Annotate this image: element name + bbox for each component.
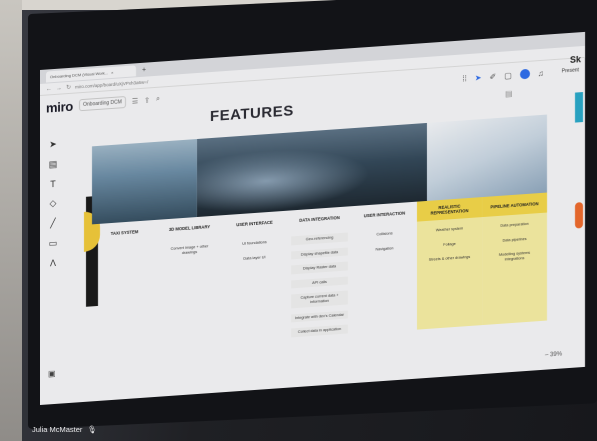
new-tab-button[interactable]: + bbox=[142, 66, 146, 73]
photo-background: Onboarding DCM (Visual Work... × + ← → ↻… bbox=[0, 0, 597, 441]
feature-column-header[interactable]: DATA INTEGRATION bbox=[287, 206, 352, 231]
feature-item[interactable]: Data preparation bbox=[486, 219, 543, 232]
feature-column: 3D MODEL LIBRARY Convert image + other dr… bbox=[157, 215, 222, 348]
presenter-label: Julia McMaster 🎙 bbox=[32, 425, 97, 434]
feature-column-header[interactable]: USER INTERACTION bbox=[352, 202, 417, 227]
presenter-name: Julia McMaster bbox=[32, 425, 83, 434]
feature-item[interactable]: API calls bbox=[290, 276, 349, 289]
feature-item[interactable]: Geo-referencing bbox=[290, 232, 349, 246]
feature-item[interactable]: Display shapefile data bbox=[290, 247, 349, 260]
right-toolbar: ⁞⁞ ➤ ✐ ▢ ♫ Present bbox=[462, 65, 579, 83]
feature-item[interactable]: Streets & other drawings bbox=[421, 253, 478, 266]
search-icon[interactable]: ⌕ bbox=[156, 96, 160, 104]
right-edge-text: Sk bbox=[570, 54, 582, 65]
zoom-control[interactable]: – 39% bbox=[545, 351, 562, 358]
tab-close-icon[interactable]: × bbox=[111, 69, 113, 74]
zoom-out-button[interactable]: – bbox=[545, 352, 548, 358]
feature-item[interactable]: Collisions bbox=[356, 228, 413, 241]
feature-column-header[interactable]: USER INTERFACE bbox=[222, 211, 287, 236]
back-arrow-icon[interactable]: ← bbox=[46, 86, 52, 92]
feature-item[interactable]: Weather system bbox=[421, 223, 478, 236]
feature-item[interactable]: Display Raster data bbox=[290, 261, 349, 275]
pen-icon[interactable]: ╱ bbox=[50, 218, 55, 229]
feature-item[interactable]: Foliage bbox=[421, 238, 478, 251]
comment-icon[interactable]: ▢ bbox=[504, 71, 512, 81]
feature-column: PIPELINE AUTOMATION Data preparation Data … bbox=[482, 192, 547, 326]
url-field[interactable]: miro.com/app/board/uXjVPxh3a6w=/ bbox=[75, 79, 148, 89]
feature-item[interactable]: UI foundations bbox=[226, 237, 283, 250]
layers-icon[interactable]: ▣ bbox=[48, 369, 56, 379]
right-accent-orange bbox=[575, 202, 583, 229]
feature-column-header[interactable]: PIPELINE AUTOMATION bbox=[482, 192, 547, 218]
feature-item[interactable]: Data pipelines bbox=[486, 233, 543, 246]
miro-logo[interactable]: miro bbox=[46, 98, 73, 115]
feature-column: USER INTERFACE UI foundations Data layer U… bbox=[222, 211, 287, 344]
connector-icon[interactable]: Λ bbox=[50, 258, 56, 268]
feature-column: DATA INTEGRATION Geo-referencing Display s… bbox=[287, 206, 352, 339]
right-accent-blue bbox=[575, 92, 583, 123]
feature-item[interactable]: Data layer UI bbox=[226, 252, 283, 265]
board-name-button[interactable]: Onboarding DCM bbox=[78, 95, 126, 112]
feature-column: TAXI SYSTEM bbox=[92, 220, 157, 353]
document-icon[interactable]: ▤ bbox=[505, 89, 513, 99]
feature-item[interactable]: Navigation bbox=[356, 243, 413, 256]
avatar[interactable] bbox=[519, 68, 530, 80]
frame-icon[interactable]: ▭ bbox=[49, 238, 58, 250]
shapes-icon[interactable]: ◇ bbox=[50, 198, 57, 209]
feature-item[interactable]: Capture current data + information bbox=[290, 290, 349, 309]
feature-column-header[interactable]: TAXI SYSTEM bbox=[92, 220, 157, 245]
menu-icon[interactable]: ☰ bbox=[132, 97, 138, 105]
monitor-screen: Onboarding DCM (Visual Work... × + ← → ↻… bbox=[40, 31, 585, 405]
mic-icon: 🎙 bbox=[87, 425, 98, 434]
sticky-note-icon[interactable]: ▤ bbox=[49, 159, 58, 171]
tab-title: Onboarding DCM (Visual Work... bbox=[50, 69, 109, 79]
forward-arrow-icon[interactable]: → bbox=[56, 85, 62, 91]
select-cursor-icon[interactable]: ➤ bbox=[49, 139, 57, 151]
apps-icon[interactable]: ⁞⁞ bbox=[462, 74, 466, 83]
hero-image-snow bbox=[427, 114, 547, 201]
share-upload-icon[interactable]: ⇪ bbox=[144, 96, 150, 104]
feature-item[interactable]: Modelling systems integrations bbox=[486, 248, 543, 265]
reload-icon[interactable]: ↻ bbox=[66, 84, 71, 91]
reaction-icon[interactable]: ✐ bbox=[490, 72, 497, 81]
feature-column: REALISTIC REPRESENTATION Weather system Fo… bbox=[417, 197, 482, 331]
present-button[interactable]: Present bbox=[562, 67, 579, 74]
cursor-icon[interactable]: ➤ bbox=[475, 73, 482, 82]
feature-column: USER INTERACTION Collisions Navigation bbox=[352, 202, 417, 335]
wall-left bbox=[0, 0, 22, 441]
feature-column-header[interactable]: REALISTIC REPRESENTATION bbox=[417, 197, 482, 222]
zoom-level: 39% bbox=[550, 351, 563, 359]
notification-bell-icon[interactable]: ♫ bbox=[538, 68, 544, 77]
hero-image-water bbox=[92, 139, 197, 225]
feature-item[interactable]: Collect data in application bbox=[290, 324, 349, 338]
feature-item[interactable]: Integrate with dev's Calendar bbox=[290, 310, 349, 323]
feature-column-header[interactable]: 3D MODEL LIBRARY bbox=[157, 215, 222, 240]
left-creation-toolbar: ➤ ▤ T ◇ ╱ ▭ Λ bbox=[46, 139, 60, 269]
feature-item[interactable]: Convert image + other drawings bbox=[161, 242, 218, 259]
text-tool-icon[interactable]: T bbox=[50, 179, 56, 189]
